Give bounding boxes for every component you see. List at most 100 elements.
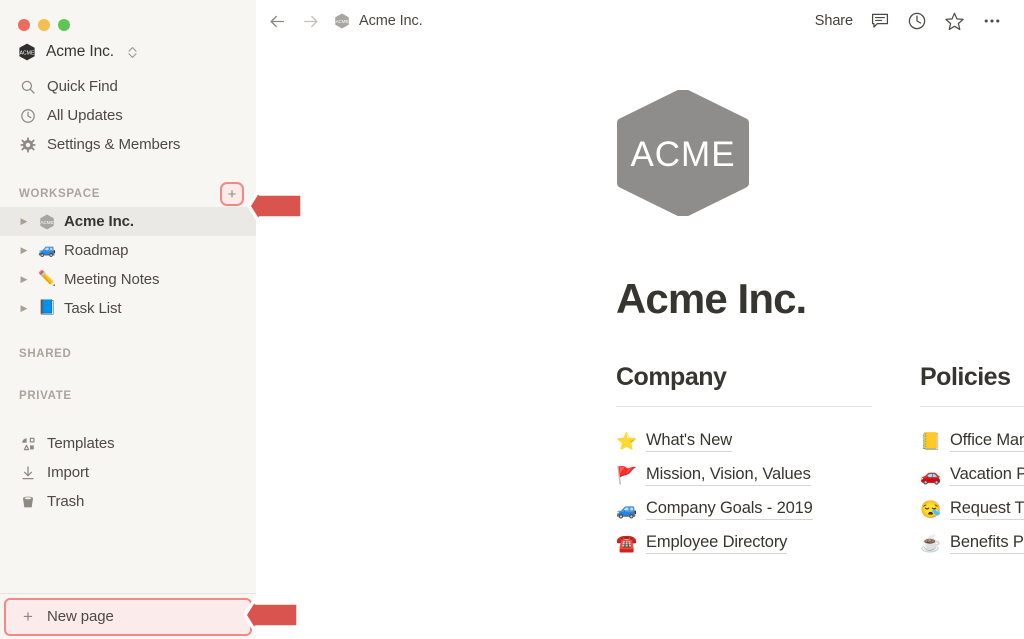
plus-icon: +	[227, 185, 237, 203]
section-title: SHARED	[19, 348, 72, 360]
column-divider	[920, 406, 1024, 408]
comment-icon[interactable]	[870, 11, 890, 31]
sidebar-page-task-list[interactable]: ▶ 📘 Task List	[0, 294, 256, 323]
plus-icon: +	[23, 607, 33, 626]
section-title: PRIVATE	[19, 390, 72, 402]
forward-arrow-icon[interactable]	[301, 12, 320, 31]
sidebar-item-label: Import	[47, 464, 89, 481]
chevron-right-icon[interactable]: ▶	[18, 246, 30, 255]
page-link-label: Office Manual	[950, 431, 1024, 452]
page-label: Task List	[64, 300, 122, 317]
sidebar-page-meeting-notes[interactable]: ▶ ✏️ Meeting Notes	[0, 265, 256, 294]
add-page-button[interactable]: +	[220, 182, 244, 206]
column-heading: Company	[616, 363, 727, 392]
sidebar-page-acme-inc[interactable]: ▶ ACME Acme Inc.	[0, 207, 256, 236]
acme-hexagon-icon: ACME	[18, 43, 36, 61]
page-link-label: What's New	[646, 431, 732, 452]
page-link-whats-new[interactable]: ⭐ What's New	[616, 424, 872, 458]
svg-text:ACME: ACME	[20, 50, 35, 56]
telephone-emoji-icon: ☎️	[616, 533, 638, 553]
svg-text:ACME: ACME	[336, 19, 349, 24]
sidebar-item-label: Settings & Members	[47, 136, 181, 153]
sleepy-face-emoji-icon: 😪	[920, 499, 942, 519]
sidebar-primary-nav: Quick Find All Updates Settings & Member…	[0, 72, 256, 159]
breadcrumb[interactable]: ACME Acme Inc.	[334, 13, 423, 29]
page-label: Roadmap	[64, 242, 129, 259]
page-link-vacation-policy[interactable]: 🚗 Vacation Policy	[920, 458, 1024, 492]
flag-emoji-icon: 🚩	[616, 465, 638, 485]
page-label: Meeting Notes	[64, 271, 160, 288]
share-button[interactable]: Share	[815, 13, 853, 29]
star-emoji-icon: ⭐	[616, 431, 638, 451]
page-link-employee-directory[interactable]: ☎️ Employee Directory	[616, 526, 872, 560]
new-page-label: New page	[47, 608, 114, 625]
page-link-label: Vacation Policy	[950, 465, 1024, 486]
sidebar-item-templates[interactable]: Templates	[0, 429, 256, 458]
page-link-mission-vision-values[interactable]: 🚩 Mission, Vision, Values	[616, 458, 872, 492]
search-icon	[19, 78, 36, 95]
sidebar-item-import[interactable]: Import	[0, 458, 256, 487]
sidebar-section-workspace-header: WORKSPACE +	[0, 181, 256, 207]
page-link-label: Request Time Off	[950, 499, 1024, 520]
more-options-icon[interactable]	[982, 11, 1002, 31]
notebook-emoji-icon: 📒	[920, 431, 942, 451]
coffee-emoji-icon: ☕	[920, 533, 942, 553]
history-navigation	[268, 12, 320, 31]
section-title: WORKSPACE	[19, 188, 101, 200]
sidebar-item-label: Trash	[47, 493, 85, 510]
sidebar-item-all-updates[interactable]: All Updates	[0, 101, 256, 130]
gear-icon	[19, 136, 36, 153]
main-content-area: ACME Acme Inc. Share ACME Acme Inc. Comp…	[256, 0, 1024, 639]
page-link-label: Benefits Policies	[950, 533, 1024, 554]
breadcrumb-label: Acme Inc.	[359, 13, 423, 29]
trash-icon	[19, 493, 36, 510]
workspace-name: Acme Inc.	[46, 43, 115, 60]
chevron-up-down-icon	[127, 45, 138, 60]
page-link-benefits-policies[interactable]: ☕ Benefits Policies	[920, 526, 1024, 560]
chevron-right-icon[interactable]: ▶	[18, 217, 30, 226]
minimize-window-button[interactable]	[38, 19, 50, 31]
workspace-switcher[interactable]: ACME Acme Inc.	[0, 36, 256, 68]
link-columns: Company ⭐ What's New 🚩 Mission, Vision, …	[256, 322, 1024, 560]
sidebar-section-shared-header: SHARED	[0, 343, 256, 365]
page-link-office-manual[interactable]: 📒 Office Manual	[920, 424, 1024, 458]
page-emoji-icon: 🚙	[38, 242, 57, 259]
toolbar-actions: Share	[815, 11, 1002, 32]
new-page-button[interactable]: + New page	[4, 597, 252, 636]
page-link-company-goals-2019[interactable]: 🚙 Company Goals - 2019	[616, 492, 872, 526]
close-window-button[interactable]	[18, 19, 30, 31]
sidebar: ACME Acme Inc. Quick Find All Updates Se…	[0, 0, 256, 639]
column-heading: Policies	[920, 363, 1011, 392]
back-arrow-icon[interactable]	[268, 12, 287, 31]
sidebar-item-settings-members[interactable]: Settings & Members	[0, 130, 256, 159]
maximize-window-button[interactable]	[58, 19, 70, 31]
workspace-page-list: ▶ ACME Acme Inc. ▶ 🚙 Roadmap ▶ ✏️ Meetin…	[0, 207, 256, 323]
sidebar-item-quick-find[interactable]: Quick Find	[0, 72, 256, 101]
templates-icon	[19, 435, 36, 452]
clock-icon	[19, 107, 36, 124]
column-divider	[616, 406, 872, 408]
sidebar-page-roadmap[interactable]: ▶ 🚙 Roadmap	[0, 236, 256, 265]
page-link-label: Employee Directory	[646, 533, 787, 554]
clock-history-icon[interactable]	[907, 11, 927, 31]
page-title: Acme Inc.	[616, 275, 807, 322]
car-emoji-icon: 🚗	[920, 465, 942, 485]
chevron-right-icon[interactable]: ▶	[18, 304, 30, 313]
sidebar-item-label: Quick Find	[47, 78, 118, 95]
svg-text:ACME: ACME	[630, 135, 735, 174]
page-emoji-icon: 📘	[38, 300, 57, 317]
page-label: Acme Inc.	[64, 213, 134, 230]
star-favorite-icon[interactable]	[944, 11, 965, 32]
sidebar-footer: + New page	[0, 593, 256, 639]
sidebar-utility-nav: Templates Import Trash	[0, 429, 256, 516]
sidebar-item-trash[interactable]: Trash	[0, 487, 256, 516]
acme-hexagon-icon: ACME	[334, 13, 350, 29]
window-traffic-lights	[0, 0, 256, 36]
sidebar-item-label: All Updates	[47, 107, 123, 124]
page-content: ACME Acme Inc. Company ⭐ What's New 🚩 Mi…	[256, 42, 1024, 560]
page-link-label: Company Goals - 2019	[646, 499, 813, 520]
chevron-right-icon[interactable]: ▶	[18, 275, 30, 284]
page-link-request-time-off[interactable]: 😪 Request Time Off	[920, 492, 1024, 526]
top-toolbar: ACME Acme Inc. Share	[256, 0, 1024, 42]
